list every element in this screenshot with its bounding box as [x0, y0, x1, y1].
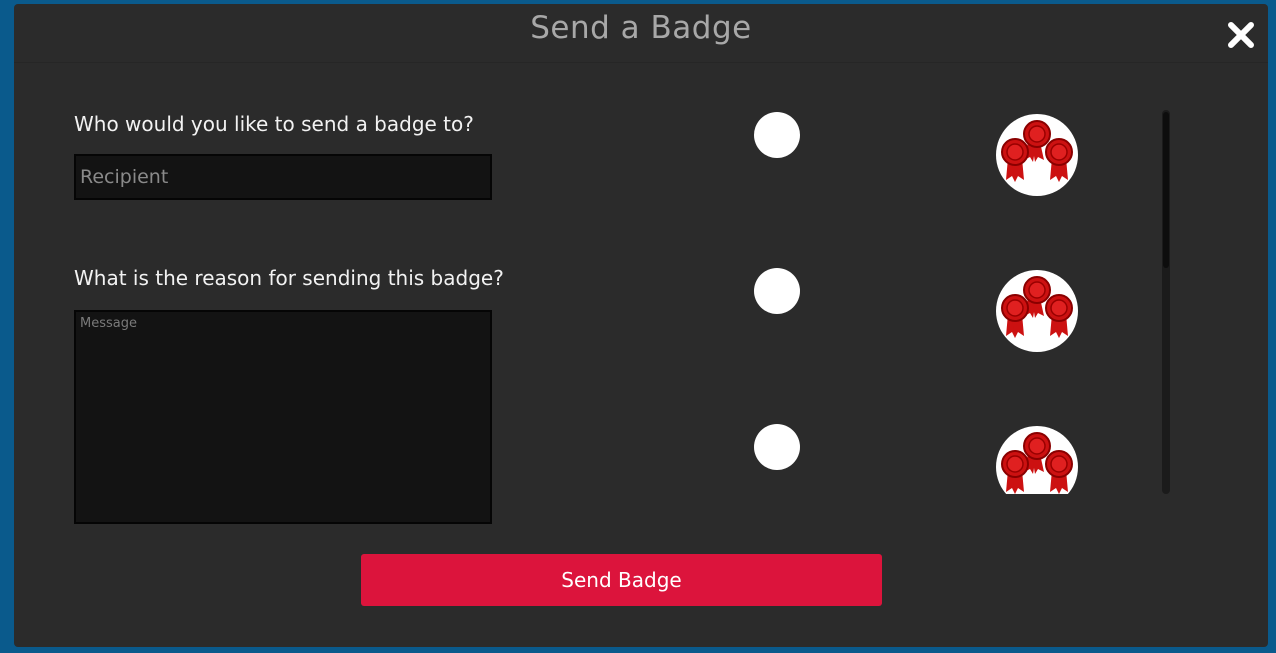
award-ribbons-icon — [1001, 276, 1073, 338]
badge-list-scrollbar[interactable] — [1162, 110, 1170, 494]
award-ribbons-icon — [1001, 432, 1073, 494]
badge-option[interactable] — [734, 264, 1154, 354]
message-textarea[interactable] — [74, 310, 492, 524]
badge-list[interactable] — [734, 108, 1154, 494]
award-ribbons-icon — [1001, 120, 1073, 182]
badge-image — [996, 426, 1078, 494]
badge-image — [996, 270, 1078, 352]
scrollbar-thumb[interactable] — [1163, 112, 1169, 268]
recipient-label: Who would you like to send a badge to? — [74, 112, 474, 136]
modal-header: Send a Badge — [14, 4, 1268, 63]
send-badge-modal: Send a Badge Who would you like to send … — [14, 4, 1268, 647]
badge-radio[interactable] — [754, 112, 800, 158]
badge-option[interactable] — [734, 108, 1154, 198]
send-badge-button[interactable]: Send Badge — [361, 554, 882, 606]
badge-image — [996, 114, 1078, 196]
close-button[interactable] — [1224, 18, 1258, 52]
reason-label: What is the reason for sending this badg… — [74, 266, 504, 290]
badge-radio[interactable] — [754, 424, 800, 470]
badge-option[interactable] — [734, 420, 1154, 494]
badge-radio[interactable] — [754, 268, 800, 314]
close-icon — [1228, 22, 1254, 48]
modal-title: Send a Badge — [530, 10, 752, 46]
recipient-input[interactable] — [74, 154, 492, 200]
